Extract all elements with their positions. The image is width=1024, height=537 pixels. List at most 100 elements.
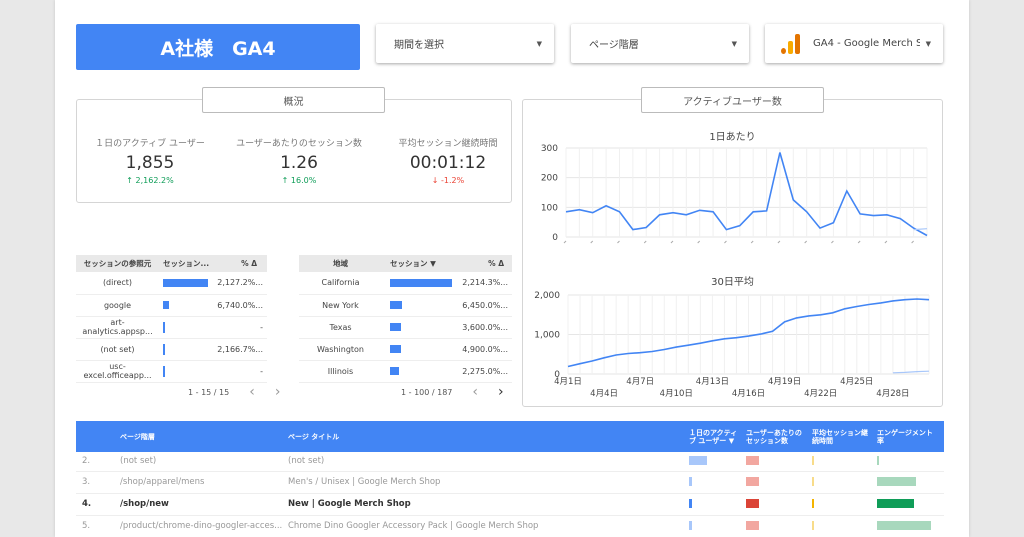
column-header-active-users[interactable]: １日のアクティブ ユーザー ▼ (689, 421, 746, 452)
column-header-engagement-rate[interactable]: エンゲージメント率 (877, 421, 944, 452)
row-index: 2. (76, 452, 120, 472)
sessions-bar (163, 301, 169, 309)
sessions-bar-cell (382, 316, 452, 339)
delta-cell: 4,900.0%... (452, 338, 512, 361)
kpi-label: ユーザーあたりのセッション数 (236, 139, 362, 149)
kpi-value: 1,855 (125, 153, 175, 173)
series-line (892, 370, 930, 374)
sessions-bar-cell (159, 272, 214, 295)
active-users-cell (689, 471, 746, 494)
table-row[interactable]: usc-excel.officeapp... - (76, 360, 267, 383)
kpi-value: 1.26 (280, 153, 318, 173)
page-level-dropdown[interactable]: ページ階層 ▼ (571, 24, 749, 63)
table-row[interactable]: New York 6,450.0%... (299, 294, 512, 317)
avg-duration-bar (812, 521, 814, 530)
sessions-bar-cell (382, 338, 452, 361)
table-row[interactable]: 5./product/chrome-dino-googler-acces... C… (76, 515, 944, 537)
sessions-bar (390, 301, 402, 309)
column-header-page-title[interactable]: ページ タイトル (288, 421, 689, 452)
table-row[interactable]: Washington 4,900.0%... (299, 338, 512, 361)
kpi-sessions-per-user: ユーザーあたりのセッション数 1.26 ↑ 16.0% (224, 136, 374, 185)
x-tick-label: 4月7日 (626, 377, 654, 387)
y-tick-label: 1,000 (534, 331, 560, 341)
sessions-bar (163, 343, 165, 355)
x-tick-mark (590, 240, 594, 244)
source-pagination: 1 - 15 / 15 ‹ › (188, 384, 280, 400)
property-dropdown[interactable]: GA4 - Google Merch Sh ▼ (765, 24, 943, 63)
active-users-cell (689, 515, 746, 537)
column-header-page-path[interactable]: ページ階層 (120, 421, 288, 452)
active-users-bar (689, 521, 692, 530)
sessions-bar (390, 367, 399, 375)
x-tick-mark (831, 240, 834, 244)
table-row[interactable]: California 2,214.3%... (299, 272, 512, 295)
x-tick-label: 4月22日 (804, 389, 837, 399)
sessions-per-user-bar (746, 499, 759, 508)
column-header-source[interactable]: セッションの参照元 (76, 255, 159, 272)
x-tick-label: 4月10日 (660, 389, 693, 399)
row-index: 5. (76, 515, 120, 537)
delta-cell: 2,275.0%... (452, 360, 512, 383)
chevron-left-icon[interactable]: ‹ (472, 384, 478, 400)
page-level-label: ページ階層 (589, 40, 639, 51)
column-header-delta[interactable]: % Δ (214, 255, 267, 272)
google-analytics-icon (781, 33, 801, 54)
engagement-rate-cell (877, 515, 944, 537)
caret-down-icon: ▼ (925, 39, 931, 48)
table-row[interactable]: (direct) 2,127.2%... (76, 272, 267, 295)
column-header-delta[interactable]: % Δ (452, 255, 512, 272)
arrow-up-icon: ↑ (126, 176, 136, 185)
table-row[interactable]: Illinois 2,275.0%... (299, 360, 512, 383)
page-title-cell: New | Google Merch Shop (288, 493, 689, 516)
table-row[interactable]: 3./shop/apparel/mens Men's / Unisex | Goo… (76, 471, 944, 494)
sessions-per-user-cell (746, 493, 812, 516)
report-canvas: A社様 GA4 期間を選択 ▼ ページ階層 ▼ GA4 - Google Mer… (55, 0, 969, 537)
region-cell: New York (299, 294, 382, 317)
source-cell: art-analytics.appsp... (76, 316, 159, 339)
kpi-avg-session-duration: 平均セッション継続時間 00:01:12 ↓ -1.2% (373, 136, 523, 185)
property-label: GA4 - Google Merch Sh (813, 38, 920, 49)
chevron-left-icon[interactable]: ‹ (249, 384, 255, 400)
x-tick-mark (670, 240, 674, 244)
avg-duration-cell (812, 452, 877, 472)
sessions-bar-cell (382, 294, 452, 317)
delta-cell: 6,450.0%... (452, 294, 512, 317)
sessions-bar (163, 321, 165, 333)
pagination-label: 1 - 15 / 15 (188, 387, 230, 397)
table-row[interactable]: Texas 3,600.0%... (299, 316, 512, 339)
x-tick-mark (643, 240, 647, 244)
engagement-rate-bar (877, 499, 914, 508)
region-pagination: 1 - 100 / 187 ‹ › (401, 384, 504, 400)
column-header-sessions[interactable]: セッション ▼ (382, 255, 452, 272)
table-row[interactable]: 2. (not set) (not set) (76, 452, 944, 472)
x-tick-mark (750, 240, 754, 244)
table-row[interactable]: art-analytics.appsp... - (76, 316, 267, 339)
y-tick-label: 0 (552, 233, 558, 243)
column-header-avg-duration[interactable]: 平均セッション継続時間 (812, 421, 877, 452)
delta-cell: 2,214.3%... (452, 272, 512, 295)
avg-active-users-chart: 01,0002,0004月1日 4月7日 4月13日 4月19日 4月25日4月4日 4月… (534, 291, 930, 399)
sessions-bar-cell (159, 338, 214, 361)
table-row[interactable]: (not set) 2,166.7%... (76, 338, 267, 361)
column-header-sessions[interactable]: セッション... (159, 255, 214, 272)
kpi-delta: ↑ 2,162.2% (126, 176, 174, 185)
x-tick-mark (884, 240, 888, 244)
column-header-sessions-per-user[interactable]: ユーザーあたりのセッション数 (746, 421, 812, 452)
sessions-bar (390, 345, 401, 353)
chevron-right-icon[interactable]: › (498, 384, 504, 400)
page-title-cell: Chrome Dino Googler Accessory Pack | Goo… (288, 515, 689, 537)
table-row[interactable]: google 6,740.0%... (76, 294, 267, 317)
avg-duration-bar (812, 477, 814, 486)
active-users-bar (689, 477, 692, 486)
table-row[interactable]: 4./shop/new New | Google Merch Shop (76, 493, 944, 516)
x-tick-mark (857, 240, 861, 244)
x-tick-mark (697, 240, 701, 244)
x-tick-mark (804, 240, 808, 244)
x-tick-label: 4月16日 (732, 389, 765, 399)
x-tick-label: 4月25日 (840, 377, 873, 387)
engagement-rate-cell (877, 471, 944, 494)
date-range-dropdown[interactable]: 期間を選択 ▼ (376, 24, 554, 63)
sessions-per-user-bar (746, 456, 759, 466)
chevron-right-icon[interactable]: › (275, 384, 281, 400)
column-header-region[interactable]: 地域 (299, 255, 382, 272)
